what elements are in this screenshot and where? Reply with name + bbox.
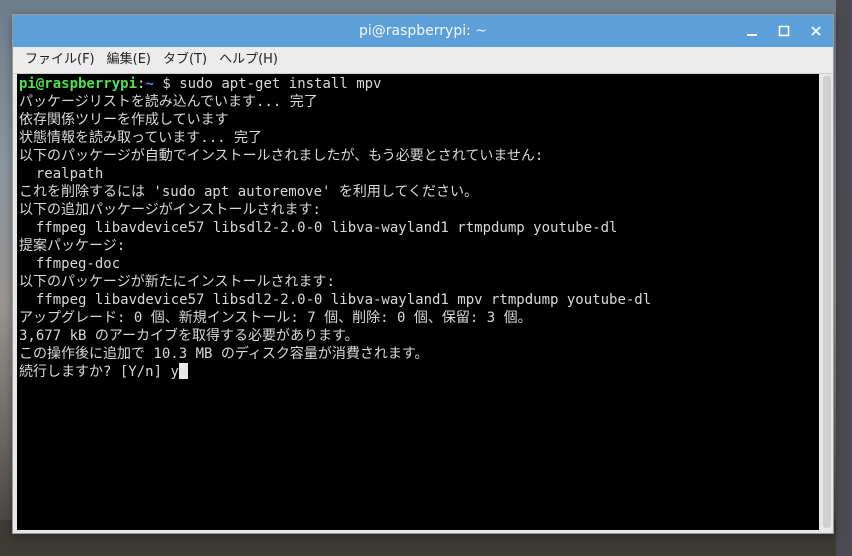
terminal-line: ffmpeg-doc [19, 256, 121, 272]
window-title: pi@raspberrypi: ~ [358, 23, 488, 39]
menu-edit[interactable]: 編集(E) [101, 47, 157, 73]
terminal-line: この操作後に追加で 10.3 MB のディスク容量が消費されます。 [19, 346, 429, 362]
terminal-line: 3,677 kB のアーカイブを取得する必要があります。 [19, 328, 359, 344]
close-icon[interactable] [805, 20, 827, 42]
terminal-command-line: pi@raspberrypi:~ $ sudo apt-get install … [19, 75, 819, 93]
menu-help[interactable]: ヘルプ(H) [213, 47, 284, 73]
menu-file[interactable]: ファイル(F) [19, 47, 101, 73]
terminal-line: ffmpeg libavdevice57 libsdl2-2.0-0 libva… [19, 220, 618, 236]
terminal-scrollbar[interactable] [821, 74, 833, 530]
prompt-user: pi@raspberrypi [19, 76, 138, 92]
terminal-line: 以下のパッケージが新たにインストールされます: [19, 274, 335, 290]
window-controls [741, 15, 827, 47]
terminal-command: sudo apt-get install mpv [179, 76, 382, 92]
terminal-line: 提案パッケージ: [19, 238, 126, 254]
terminal-line: 以下のパッケージが自動でインストールされましたが、もう必要とされていません: [19, 148, 544, 164]
prompt-symbol: $ [153, 76, 180, 92]
terminal-line: 以下の追加パッケージがインストールされます: [19, 202, 321, 218]
minimize-icon[interactable] [741, 20, 763, 42]
terminal-line: ffmpeg libavdevice57 libsdl2-2.0-0 libva… [19, 292, 652, 308]
terminal-line: realpath [19, 166, 104, 182]
terminal-line: 状態情報を読み取っています... 完了 [19, 130, 263, 146]
menubar: ファイル(F) 編集(E) タブ(T) ヘルプ(H) [13, 47, 833, 74]
terminal-line: パッケージリストを読み込んでいます... 完了 [19, 94, 318, 110]
text-cursor [178, 363, 188, 379]
scrollbar-thumb[interactable] [823, 76, 831, 528]
maximize-icon[interactable] [773, 20, 795, 42]
terminal-window: pi@raspberrypi: ~ ファイル(F) 編集(E) タブ(T) ヘル… [12, 14, 834, 534]
terminal-input-line[interactable]: 続行しますか? [Y/n] y [19, 363, 819, 381]
prompt-path: ~ [145, 76, 154, 92]
terminal-line: 依存関係ツリーを作成しています [19, 112, 229, 128]
user-input[interactable]: y [170, 364, 178, 380]
continue-prompt: 続行しますか? [Y/n] [19, 364, 171, 380]
terminal-line: これを削除するには 'sudo apt autoremove' を利用してくださ… [19, 184, 479, 200]
terminal-line: アップグレード: 0 個、新規インストール: 7 個、削除: 0 個、保留: 3… [19, 310, 532, 326]
terminal-output[interactable]: pi@raspberrypi:~ $ sudo apt-get install … [17, 74, 819, 530]
menu-tabs[interactable]: タブ(T) [157, 47, 213, 73]
window-titlebar[interactable]: pi@raspberrypi: ~ [13, 15, 833, 47]
